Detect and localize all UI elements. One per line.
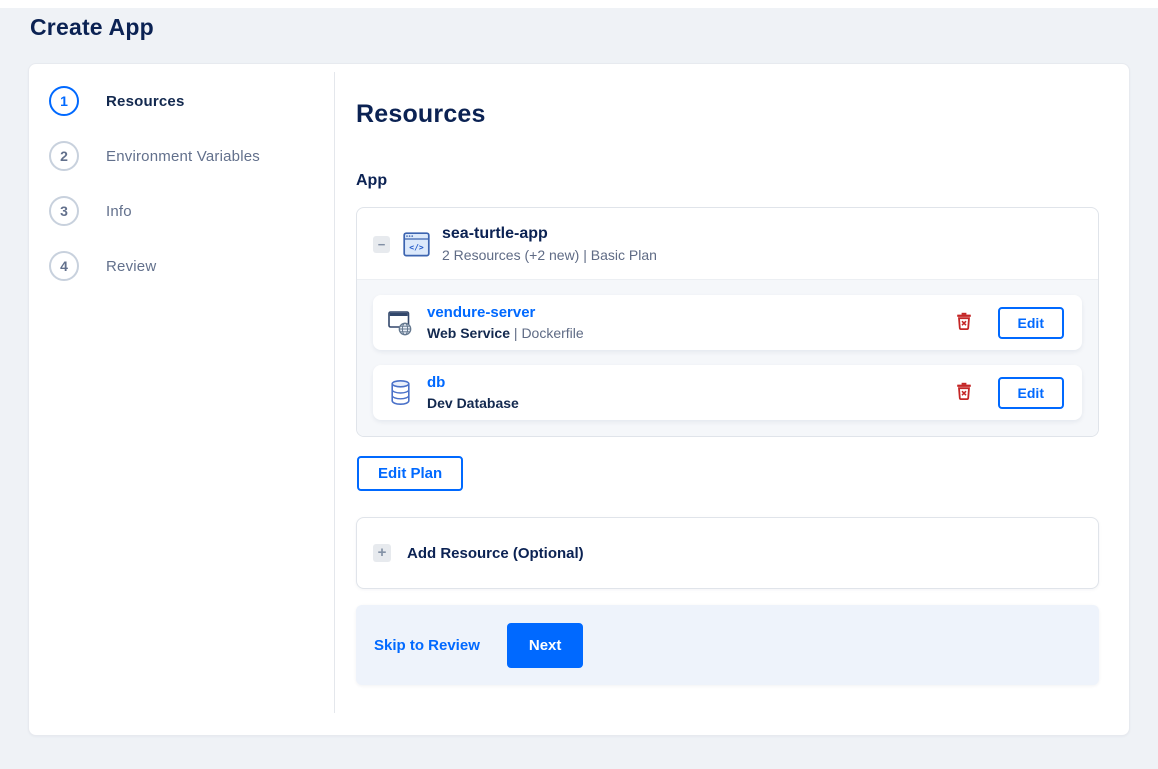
resource-subtitle: Web Service | Dockerfile bbox=[427, 325, 584, 341]
resource-row-vendure-server: vendure-server Web Service | Dockerfile bbox=[373, 295, 1082, 350]
resource-row-db: db Dev Database Edit bbox=[373, 365, 1082, 420]
step-info[interactable]: 3 Info bbox=[49, 196, 334, 226]
svg-text:</>: </> bbox=[409, 243, 424, 252]
step-label: Info bbox=[106, 202, 132, 220]
page-title: Create App bbox=[30, 14, 154, 40]
resource-name-link[interactable]: db bbox=[427, 374, 445, 391]
wizard-stepper: 1 Resources 2 Environment Variables 3 In… bbox=[29, 64, 334, 735]
edit-resource-button[interactable]: Edit bbox=[997, 376, 1064, 409]
trash-icon bbox=[956, 312, 972, 333]
stepper-content-divider bbox=[334, 72, 335, 713]
delete-resource-button[interactable] bbox=[954, 310, 974, 335]
delete-resource-button[interactable] bbox=[954, 380, 974, 405]
create-app-card: 1 Resources 2 Environment Variables 3 In… bbox=[28, 63, 1130, 736]
resources-step-content: Resources App − </> sea-turtle-app 2 Res… bbox=[334, 64, 1129, 735]
step-label: Resources bbox=[106, 92, 185, 110]
skip-to-review-link[interactable]: Skip to Review bbox=[374, 637, 480, 654]
edit-plan-button[interactable]: Edit Plan bbox=[357, 456, 464, 491]
top-strip bbox=[0, 0, 1158, 8]
app-group-card: − </> sea-turtle-app 2 Resources (+2 new… bbox=[356, 207, 1099, 437]
step-environment-variables[interactable]: 2 Environment Variables bbox=[49, 141, 334, 171]
app-window-code-icon: </> bbox=[403, 231, 430, 257]
web-service-icon bbox=[387, 309, 413, 336]
step-label: Environment Variables bbox=[106, 147, 260, 165]
collapse-button[interactable]: − bbox=[373, 235, 390, 253]
wizard-footer: Skip to Review Next bbox=[356, 605, 1099, 685]
resource-subtitle: Dev Database bbox=[427, 395, 519, 411]
app-resources-list: vendure-server Web Service | Dockerfile bbox=[357, 279, 1098, 436]
resource-separator: | bbox=[510, 325, 522, 341]
resource-type: Web Service bbox=[427, 325, 511, 341]
resource-type: Dev Database bbox=[427, 395, 519, 411]
app-group-header: − </> sea-turtle-app 2 Resources (+2 new… bbox=[357, 208, 1098, 279]
plus-icon: + bbox=[373, 544, 391, 562]
resource-name-link[interactable]: vendure-server bbox=[427, 304, 535, 321]
step-number-badge: 2 bbox=[49, 141, 79, 171]
step-number-badge: 4 bbox=[49, 251, 79, 281]
app-name: sea-turtle-app bbox=[442, 225, 548, 242]
app-header-text: sea-turtle-app 2 Resources (+2 new) | Ba… bbox=[442, 225, 657, 263]
app-section-label: App bbox=[356, 172, 388, 189]
edit-resource-button[interactable]: Edit bbox=[997, 306, 1064, 339]
step-number-badge: 1 bbox=[49, 86, 79, 116]
content-heading: Resources bbox=[356, 100, 486, 128]
trash-icon bbox=[956, 382, 972, 403]
resource-detail: Dockerfile bbox=[521, 325, 584, 341]
add-resource-label: Add Resource (Optional) bbox=[407, 544, 584, 562]
resource-text: vendure-server Web Service | Dockerfile bbox=[427, 304, 584, 341]
step-review[interactable]: 4 Review bbox=[49, 251, 334, 281]
app-summary: 2 Resources (+2 new) | Basic Plan bbox=[442, 247, 657, 263]
database-icon bbox=[387, 379, 413, 406]
step-number-badge: 3 bbox=[49, 196, 79, 226]
add-resource-button[interactable]: + Add Resource (Optional) bbox=[356, 517, 1099, 589]
page-header: Create App bbox=[0, 8, 1158, 53]
minus-icon: − bbox=[377, 236, 386, 252]
resource-text: db Dev Database bbox=[427, 374, 519, 411]
step-label: Review bbox=[106, 257, 157, 275]
next-button[interactable]: Next bbox=[506, 622, 584, 668]
step-resources[interactable]: 1 Resources bbox=[49, 86, 334, 116]
